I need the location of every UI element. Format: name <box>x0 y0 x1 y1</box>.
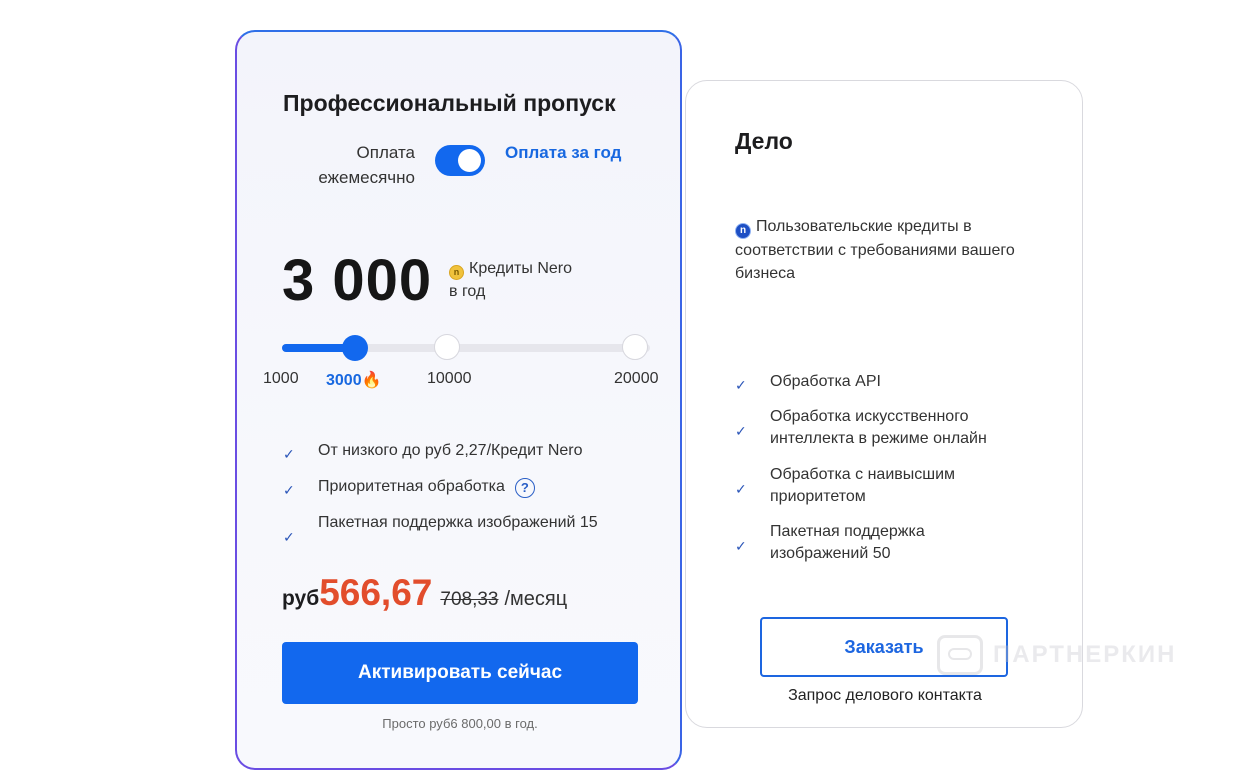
feature-item: ✓ Пакетная поддержка изображений 15 <box>283 512 623 545</box>
business-card: Дело n Пользовательские кредиты в соответ… <box>685 80 1083 728</box>
business-features-list: ✓ Обработка API ✓ Обработка искусственно… <box>735 371 1055 565</box>
check-icon: ✓ <box>283 446 295 462</box>
slider-tick-1000[interactable]: 1000 <box>263 370 299 388</box>
fire-icon: 🔥 <box>361 372 382 389</box>
business-description: n Пользовательские кредиты в соответствии… <box>735 215 1035 285</box>
price-current: 566,67 <box>319 572 433 613</box>
price-old: 708,33 <box>440 589 499 610</box>
check-icon: ✓ <box>735 377 747 393</box>
billing-yearly-label[interactable]: Оплата за год <box>505 140 625 165</box>
slider-stop-20000[interactable] <box>622 334 648 360</box>
check-icon: ✓ <box>735 538 747 554</box>
price-row: руб566,67 708,33/месяц <box>282 572 567 614</box>
slider-tick-20000[interactable]: 20000 <box>614 370 659 388</box>
credits-label-line1: Кредиты Nero <box>469 260 572 277</box>
watermark-text: ПАРТНЕРКИН <box>993 641 1177 668</box>
billing-period-toggle[interactable] <box>435 145 485 176</box>
credits-amount: 3 000 <box>282 248 433 313</box>
pro-card-title: Профессиональный пропуск <box>283 90 616 116</box>
feature-text: Обработка искусственного интеллекта в ре… <box>770 408 987 447</box>
feature-item: ✓ Обработка с наивысшим приоритетом <box>735 464 1055 521</box>
slider-stop-10000[interactable] <box>434 334 460 360</box>
price-period: /месяц <box>504 588 568 610</box>
slider-tick-10000[interactable]: 10000 <box>427 370 472 388</box>
slider-tick-3000[interactable]: 3000🔥 <box>326 370 382 390</box>
business-card-title: Дело <box>735 128 793 154</box>
nero-coin-icon: n <box>449 265 464 280</box>
business-description-text: Пользовательские кредиты в соответствии … <box>735 218 1015 282</box>
activate-now-button[interactable]: Активировать сейчас <box>282 642 638 704</box>
feature-item: ✓ Обработка искусственного интеллекта в … <box>735 406 1055 464</box>
check-icon: ✓ <box>283 529 295 545</box>
nero-icon: n <box>735 223 751 239</box>
feature-text: Пакетная поддержка изображений 50 <box>770 523 925 562</box>
feature-text-label: Приоритетная обработка <box>318 478 505 495</box>
feature-text: Пакетная поддержка изображений 15 <box>318 514 598 531</box>
billing-monthly-label[interactable]: Оплата ежемесячно <box>277 140 415 190</box>
credits-slider[interactable] <box>282 334 650 361</box>
feature-text: Обработка API <box>770 373 881 390</box>
feature-text: От низкого до руб 2,27/Кредит Nero <box>318 442 583 459</box>
check-icon: ✓ <box>735 481 747 497</box>
watermark-logo-icon <box>937 635 983 675</box>
credits-label: n Кредиты Nero в год <box>449 257 572 303</box>
business-contact-request[interactable]: Запрос делового контакта <box>735 687 1035 705</box>
check-icon: ✓ <box>283 482 295 498</box>
slider-thumb[interactable] <box>342 335 368 361</box>
help-icon[interactable]: ? <box>514 478 535 498</box>
feature-item: ✓ Пакетная поддержка изображений 50 <box>735 521 1055 565</box>
feature-item: ✓ Обработка API <box>735 371 1055 406</box>
feature-item: ✓ Приоритетная обработка? <box>283 476 623 512</box>
toggle-knob <box>458 149 481 172</box>
yearly-price-note: Просто руб6 800,00 в год. <box>382 716 538 731</box>
watermark: ПАРТНЕРКИН <box>937 635 1177 675</box>
feature-text: Обработка с наивысшим приоритетом <box>770 466 956 505</box>
slider-tick-3000-label: 3000 <box>326 372 362 389</box>
price-currency: руб <box>282 587 320 610</box>
feature-item: ✓ От низкого до руб 2,27/Кредит Nero <box>283 440 623 476</box>
check-icon: ✓ <box>735 423 747 439</box>
credits-label-line2: в год <box>449 283 486 300</box>
feature-text: Приоритетная обработка? <box>318 476 623 498</box>
pro-pass-card: Профессиональный пропуск Оплата ежемесяч… <box>235 30 682 770</box>
pro-features-list: ✓ От низкого до руб 2,27/Кредит Nero ✓ П… <box>283 440 623 545</box>
